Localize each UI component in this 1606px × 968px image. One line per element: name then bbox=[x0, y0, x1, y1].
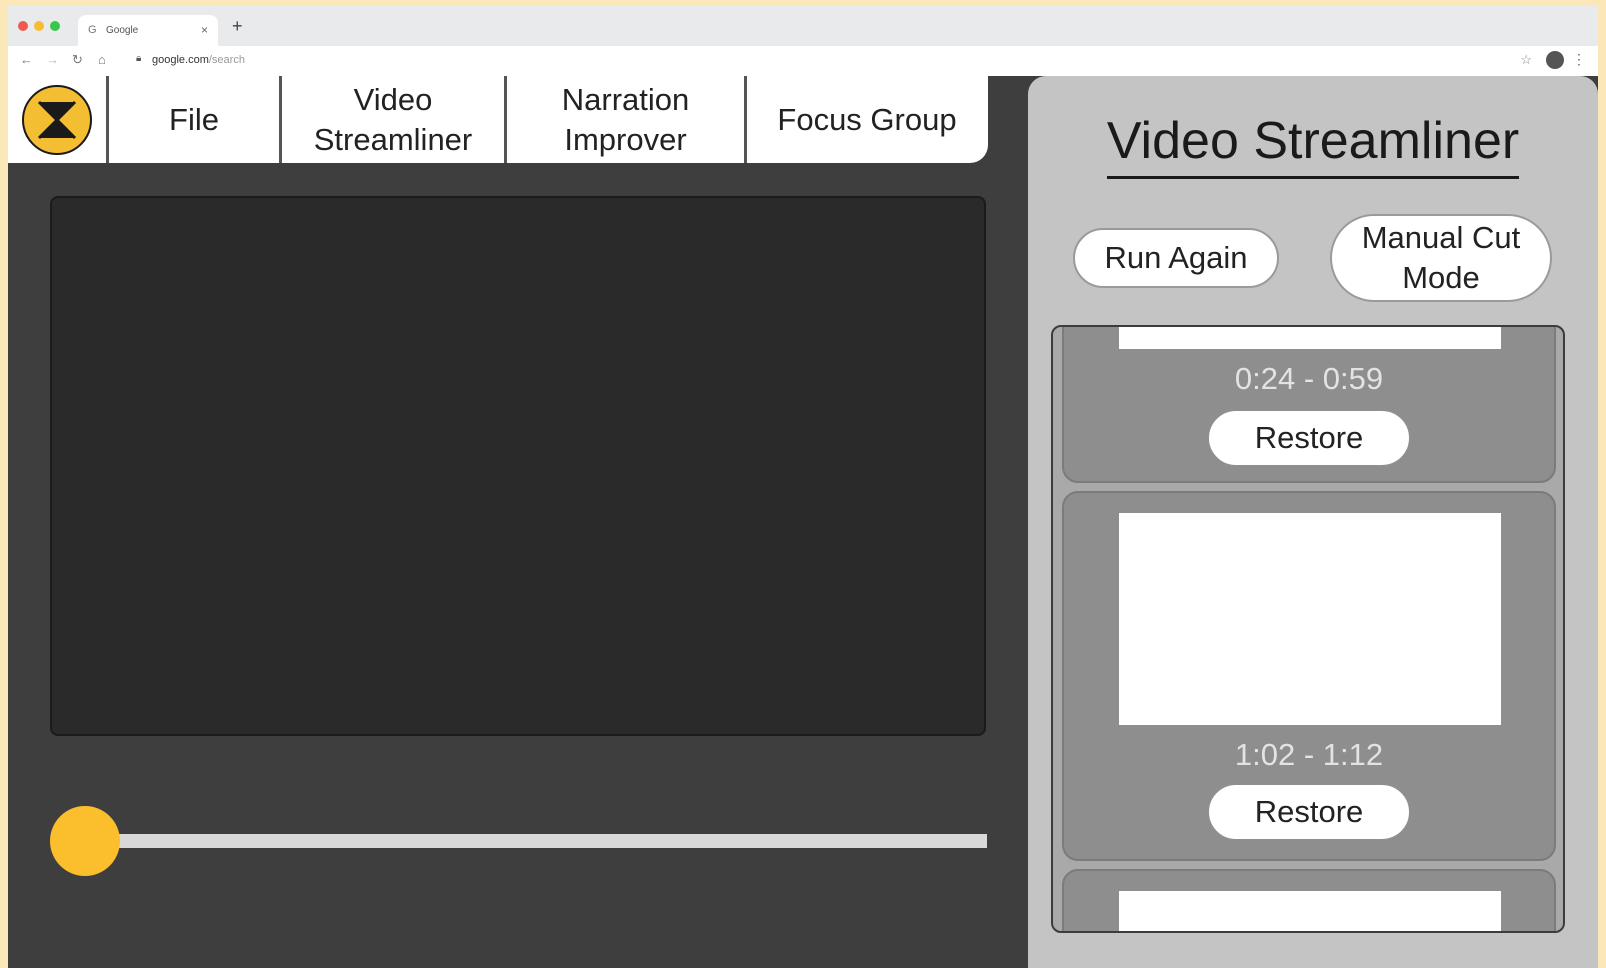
restore-label: Restore bbox=[1254, 420, 1364, 455]
forward-icon[interactable]: → bbox=[46, 52, 59, 67]
restore-button[interactable]: Restore bbox=[1207, 409, 1411, 467]
browser-chrome: G Google × + ← → ↻ ⌂ 🔒︎ google.com/searc… bbox=[8, 6, 1598, 76]
restore-label: Restore bbox=[1254, 794, 1364, 829]
url-path: /search bbox=[208, 54, 245, 66]
timeline-track[interactable] bbox=[84, 834, 987, 848]
bookmark-star-icon[interactable]: ☆ bbox=[1520, 52, 1532, 68]
menu-video-streamliner-label: Video Streamliner bbox=[313, 81, 473, 157]
menu-focus-group-label: Focus Group bbox=[777, 101, 957, 137]
cut-thumbnail bbox=[1119, 891, 1501, 931]
new-tab-icon[interactable]: + bbox=[232, 16, 243, 37]
reload-icon[interactable]: ↻ bbox=[72, 52, 83, 68]
menu-narration-improver-label: Narration Improver bbox=[561, 81, 690, 157]
cut-segments-list[interactable]: 0:24 - 0:59 Restore 1:02 - 1:12 Restore bbox=[1051, 325, 1565, 933]
close-tab-icon[interactable]: × bbox=[201, 23, 208, 37]
lock-icon: 🔒︎ bbox=[136, 53, 142, 64]
app-window: File Video Streamliner Narration Improve… bbox=[8, 76, 1598, 968]
cut-time-range: 1:02 - 1:12 bbox=[1234, 737, 1384, 772]
browser-toolbar: ← → ↻ ⌂ 🔒︎ google.com/search ☆ ⋮ bbox=[8, 46, 1598, 76]
menu-focus-group[interactable]: Focus Group bbox=[747, 76, 987, 163]
url-host: google.com bbox=[152, 54, 209, 66]
run-again-label: Run Again bbox=[1104, 240, 1248, 275]
logo-cell[interactable] bbox=[8, 76, 109, 163]
tab-bar: G Google × + bbox=[8, 6, 1598, 46]
google-favicon-icon: G bbox=[88, 24, 97, 36]
logo-mark-icon bbox=[37, 100, 77, 139]
app-logo-icon bbox=[22, 84, 92, 155]
menu-video-streamliner[interactable]: Video Streamliner bbox=[282, 76, 507, 163]
browser-tab[interactable]: G Google × bbox=[78, 15, 218, 46]
cut-thumbnail bbox=[1119, 327, 1501, 349]
run-again-button[interactable]: Run Again bbox=[1073, 228, 1279, 288]
menu-narration-improver[interactable]: Narration Improver bbox=[507, 76, 747, 163]
panel-title: Video Streamliner bbox=[1028, 111, 1598, 179]
close-window-dot[interactable] bbox=[18, 21, 28, 31]
manual-cut-mode-label: Manual Cut Mode bbox=[1361, 220, 1521, 295]
menu-file-label: File bbox=[169, 101, 219, 137]
cut-segment-item: 1:02 - 1:12 Restore bbox=[1062, 491, 1556, 861]
video-streamliner-panel: Video Streamliner Run Again Manual Cut M… bbox=[1028, 76, 1598, 968]
restore-button[interactable]: Restore bbox=[1207, 783, 1411, 841]
address-bar[interactable]: google.com/search bbox=[152, 54, 245, 66]
manual-cut-mode-button[interactable]: Manual Cut Mode bbox=[1330, 214, 1552, 302]
video-player[interactable] bbox=[50, 196, 986, 736]
menu-file[interactable]: File bbox=[109, 76, 282, 163]
menu-bar: File Video Streamliner Narration Improve… bbox=[8, 76, 988, 163]
panel-title-text: Video Streamliner bbox=[1106, 112, 1520, 179]
browser-menu-icon[interactable]: ⋮ bbox=[1572, 51, 1586, 68]
cut-thumbnail bbox=[1119, 513, 1501, 725]
timeline-scrubber-handle[interactable] bbox=[50, 806, 120, 876]
back-icon[interactable]: ← bbox=[20, 52, 33, 67]
cut-segment-item bbox=[1062, 869, 1556, 931]
maximize-window-dot[interactable] bbox=[50, 21, 60, 31]
cut-time-range: 0:24 - 0:59 bbox=[1234, 361, 1384, 396]
tab-title: Google bbox=[106, 25, 139, 36]
profile-avatar[interactable] bbox=[1546, 51, 1564, 69]
minimize-window-dot[interactable] bbox=[34, 21, 44, 31]
cut-segment-item: 0:24 - 0:59 Restore bbox=[1062, 327, 1556, 483]
home-icon[interactable]: ⌂ bbox=[98, 52, 106, 67]
